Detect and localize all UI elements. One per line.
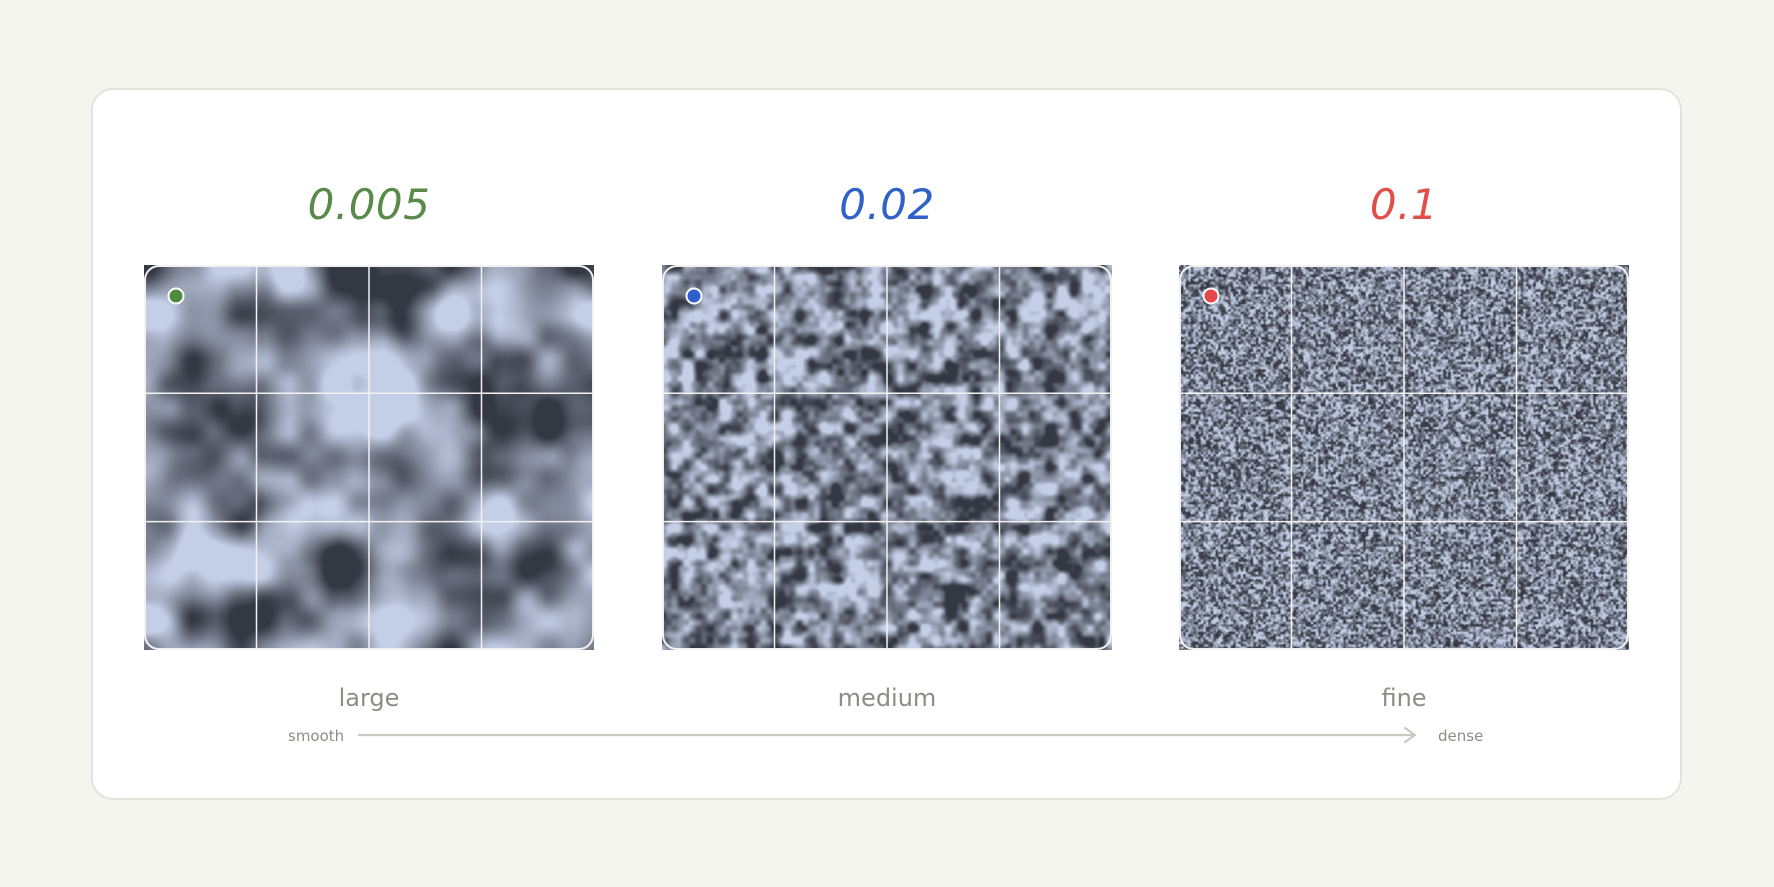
scale-label-large: large (338, 684, 400, 712)
scale-label-fine: fine (1381, 684, 1427, 712)
frequency-value-medium: 0.02 (839, 180, 935, 229)
noise-panel-medium (662, 265, 1112, 650)
noise-panel-large (144, 265, 594, 650)
grid-overlay-large (144, 265, 594, 650)
noise-panel-fine (1179, 265, 1629, 650)
marker-dot-fine (1202, 287, 1220, 305)
frequency-value-large: 0.005 (307, 180, 431, 229)
grid-overlay-medium (662, 265, 1112, 650)
axis-arrow (357, 726, 1417, 744)
marker-dot-medium (685, 287, 703, 305)
marker-dot-large (167, 287, 185, 305)
axis-end-label: dense (1438, 727, 1484, 745)
scale-label-medium: medium (837, 684, 937, 712)
grid-overlay-fine (1179, 265, 1629, 650)
frequency-value-fine: 0.1 (1369, 180, 1439, 229)
axis-start-label: smooth (288, 727, 345, 745)
